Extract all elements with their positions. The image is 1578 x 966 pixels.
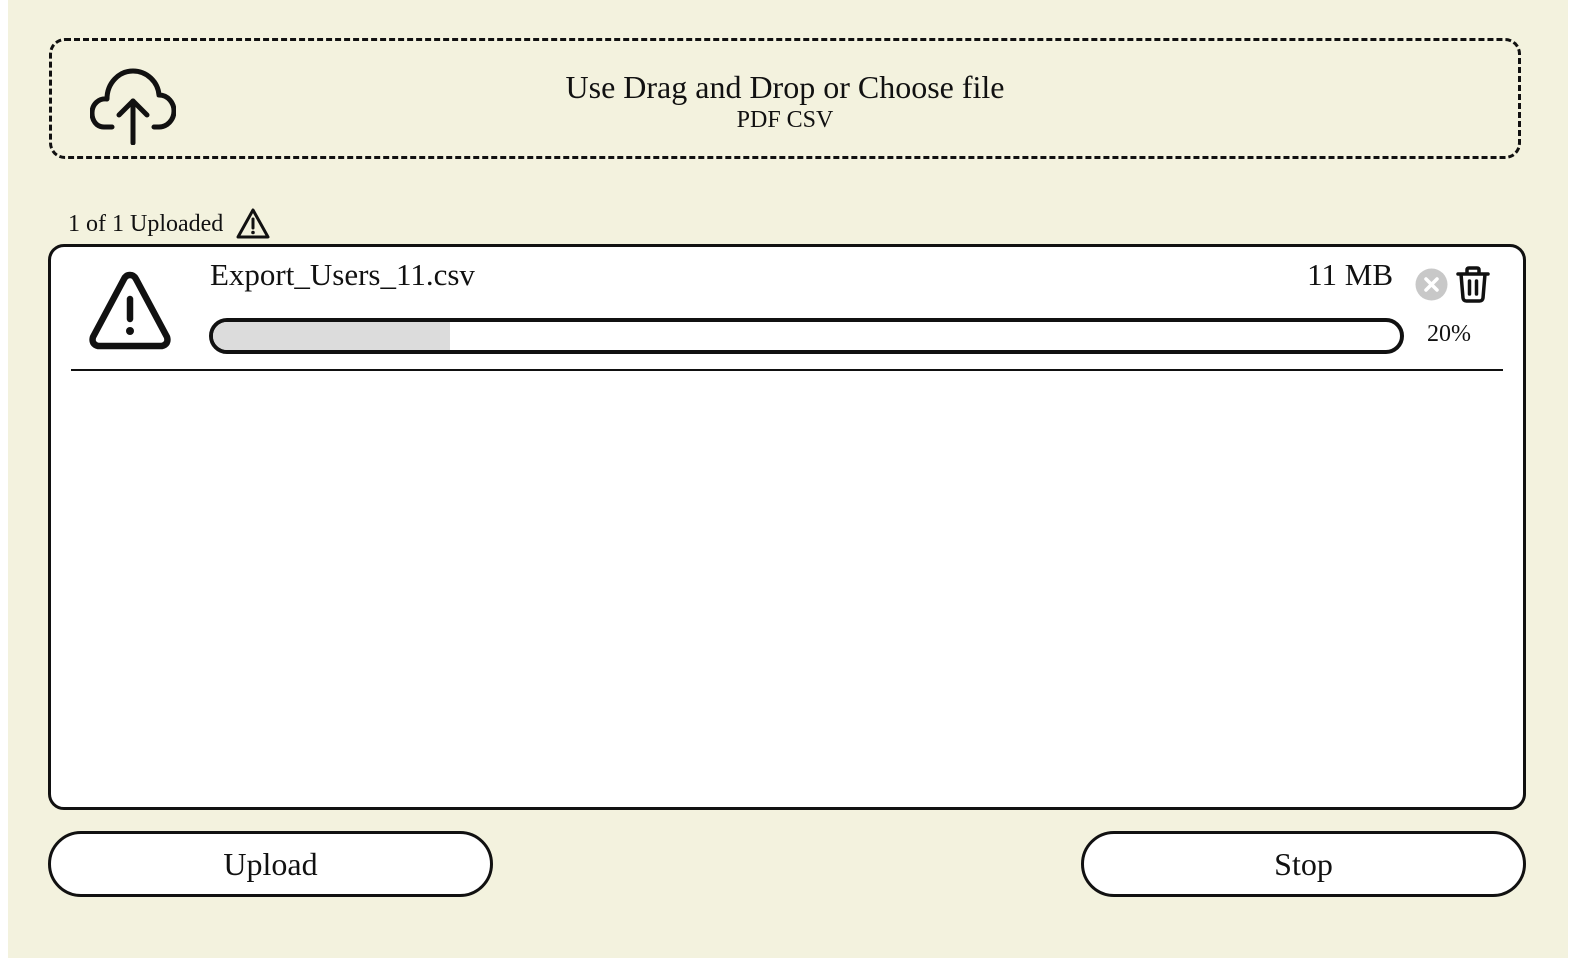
trash-icon[interactable] <box>1455 265 1491 303</box>
dropzone-title[interactable]: Use Drag and Drop or Choose file <box>52 69 1518 105</box>
file-list: Export_Users_11.csv 11 MB 20% <box>48 244 1526 810</box>
warning-icon <box>236 208 270 239</box>
file-size: 11 MB <box>1307 257 1393 292</box>
file-upload-page: Use Drag and Drop or Choose file PDF CSV… <box>8 0 1568 958</box>
stop-button[interactable]: Stop <box>1081 831 1526 897</box>
file-dropzone[interactable]: Use Drag and Drop or Choose file PDF CSV <box>49 38 1521 159</box>
upload-status: 1 of 1 Uploaded <box>68 204 271 244</box>
file-warning-icon <box>89 271 171 350</box>
dropzone-formats: PDF CSV <box>736 107 834 133</box>
upload-status-text: 1 of 1 Uploaded <box>68 210 224 237</box>
file-list-item: Export_Users_11.csv 11 MB 20% <box>71 247 1503 371</box>
upload-button[interactable]: Upload <box>48 831 493 897</box>
cancel-icon[interactable] <box>1415 268 1448 301</box>
file-name: Export_Users_11.csv <box>210 257 475 292</box>
upload-progress-fill <box>213 322 451 350</box>
upload-progress-bar <box>209 318 1404 354</box>
upload-progress-percent: 20% <box>1427 321 1471 347</box>
